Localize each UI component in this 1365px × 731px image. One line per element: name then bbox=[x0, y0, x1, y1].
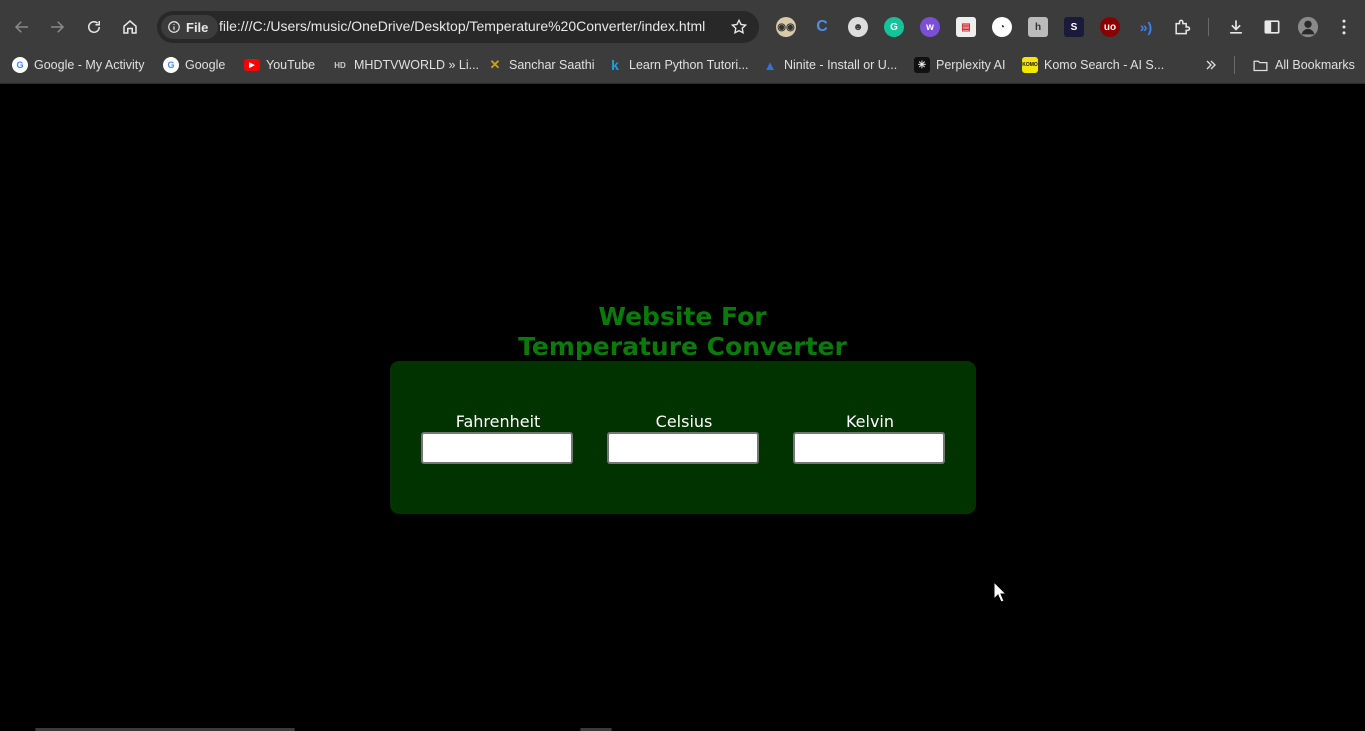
bookmark-label: YouTube bbox=[266, 58, 316, 72]
star-icon bbox=[730, 18, 748, 35]
reload-icon bbox=[88, 21, 100, 33]
bookmark-ninite[interactable]: ▲ Ninite - Install or U... bbox=[762, 55, 898, 75]
sanchar-icon: ✕ bbox=[489, 57, 501, 72]
mhdtv-icon: HD bbox=[334, 60, 346, 70]
home-icon bbox=[123, 20, 137, 34]
extensions-puzzle-icon[interactable] bbox=[1171, 16, 1193, 38]
celsius-label: Celsius bbox=[655, 412, 713, 431]
arrow-right-icon bbox=[51, 21, 65, 33]
fahrenheit-field: Fahrenheit bbox=[421, 412, 575, 464]
site-chip-label: File bbox=[186, 19, 209, 35]
toolbar-separator bbox=[1208, 18, 1209, 36]
download-icon[interactable] bbox=[1225, 16, 1247, 38]
arrow-left-icon bbox=[14, 21, 28, 33]
bookmarks-overflow-button[interactable] bbox=[1203, 55, 1219, 75]
bookmark-label: Perplexity AI bbox=[936, 58, 1006, 72]
extension-gauge-icon[interactable]: ◔ bbox=[992, 17, 1012, 37]
bookmark-komo[interactable]: KOMO Komo Search - AI S... bbox=[1022, 55, 1164, 75]
celsius-field: Celsius bbox=[607, 412, 761, 464]
bookmark-google[interactable]: G Google bbox=[163, 55, 225, 75]
grammarly-icon[interactable]: G bbox=[884, 17, 904, 37]
k-icon: k bbox=[611, 57, 619, 73]
bookmark-label: Learn Python Tutori... bbox=[629, 58, 749, 72]
extension-wave-icon[interactable]: ») bbox=[1136, 17, 1156, 37]
bookmarks-separator bbox=[1234, 56, 1235, 74]
home-button[interactable] bbox=[115, 12, 145, 42]
extension-w-icon[interactable]: w bbox=[920, 17, 940, 37]
mouse-cursor-icon bbox=[993, 581, 1007, 603]
bookmark-label: Google bbox=[185, 58, 226, 72]
bookmark-sanchar-saathi[interactable]: ✕ Sanchar Saathi bbox=[487, 55, 595, 75]
bookmark-label: Google - My Activity bbox=[34, 58, 145, 72]
bookmarks-bar: G Google - My Activity G Google ▶ YouTub… bbox=[0, 46, 1365, 84]
site-info-chip[interactable]: File bbox=[161, 15, 219, 39]
page-content: Website For Temperature Converter Fahren… bbox=[0, 85, 1365, 731]
extension-c-icon[interactable]: C bbox=[812, 17, 832, 37]
bookmark-learn-python[interactable]: k Learn Python Tutori... bbox=[607, 55, 749, 75]
bookmark-label: Sanchar Saathi bbox=[509, 58, 595, 72]
side-panel-icon[interactable] bbox=[1261, 16, 1283, 38]
double-chevron-right-icon bbox=[1206, 60, 1216, 70]
extension-s-icon[interactable]: S bbox=[1064, 17, 1084, 37]
converter-panel: Fahrenheit Celsius Kelvin bbox=[390, 361, 976, 514]
fahrenheit-input[interactable] bbox=[421, 432, 573, 464]
bookmark-perplexity[interactable]: ✳ Perplexity AI bbox=[914, 55, 1005, 75]
bookmark-label: MHDTVWORLD » Li... bbox=[354, 58, 480, 72]
kelvin-label: Kelvin bbox=[845, 412, 895, 431]
title-line-2: Temperature Converter bbox=[518, 332, 847, 361]
extension-robot-icon[interactable]: ☻ bbox=[848, 17, 868, 37]
back-button[interactable] bbox=[7, 12, 37, 42]
kelvin-field: Kelvin bbox=[793, 412, 947, 464]
bookmark-youtube[interactable]: ▶ YouTube bbox=[244, 55, 315, 75]
kelvin-input[interactable] bbox=[793, 432, 945, 464]
google-icon: G bbox=[163, 57, 179, 73]
all-bookmarks-label: All Bookmarks bbox=[1275, 58, 1355, 72]
google-icon: G bbox=[12, 57, 28, 73]
komo-icon: KOMO bbox=[1022, 57, 1038, 73]
forward-button[interactable] bbox=[42, 12, 72, 42]
celsius-input[interactable] bbox=[607, 432, 759, 464]
page-title: Website For Temperature Converter bbox=[0, 302, 1365, 362]
address-bar[interactable]: File file:///C:/Users/music/OneDrive/Des… bbox=[157, 11, 759, 43]
bookmark-mhdtvworld[interactable]: HD MHDTVWORLD » Li... bbox=[332, 55, 479, 75]
title-line-1: Website For bbox=[598, 302, 767, 331]
youtube-icon: ▶ bbox=[244, 59, 260, 71]
fahrenheit-label: Fahrenheit bbox=[455, 412, 541, 431]
all-bookmarks-button[interactable]: All Bookmarks bbox=[1252, 55, 1355, 75]
ublock-icon[interactable]: uo bbox=[1100, 17, 1120, 37]
bookmark-label: Komo Search - AI S... bbox=[1044, 58, 1165, 72]
folder-icon bbox=[1253, 60, 1268, 71]
menu-kebab-icon[interactable] bbox=[1333, 16, 1355, 38]
ninite-icon: ▲ bbox=[763, 57, 777, 73]
bookmark-label: Ninite - Install or U... bbox=[784, 58, 898, 72]
perplexity-icon: ✳ bbox=[914, 57, 930, 73]
profile-avatar[interactable] bbox=[1297, 16, 1319, 38]
info-icon bbox=[168, 21, 180, 33]
url-text[interactable]: file:///C:/Users/music/OneDrive/Desktop/… bbox=[219, 18, 705, 34]
reload-button[interactable] bbox=[79, 12, 109, 42]
bookmark-google-my-activity[interactable]: G Google - My Activity bbox=[12, 55, 144, 75]
extension-printer-icon[interactable]: ▤ bbox=[956, 17, 976, 37]
bookmark-star-button[interactable] bbox=[729, 17, 749, 37]
extension-h-icon[interactable]: h bbox=[1028, 17, 1048, 37]
extension-eyes-icon[interactable]: ◉◉ bbox=[776, 17, 796, 37]
